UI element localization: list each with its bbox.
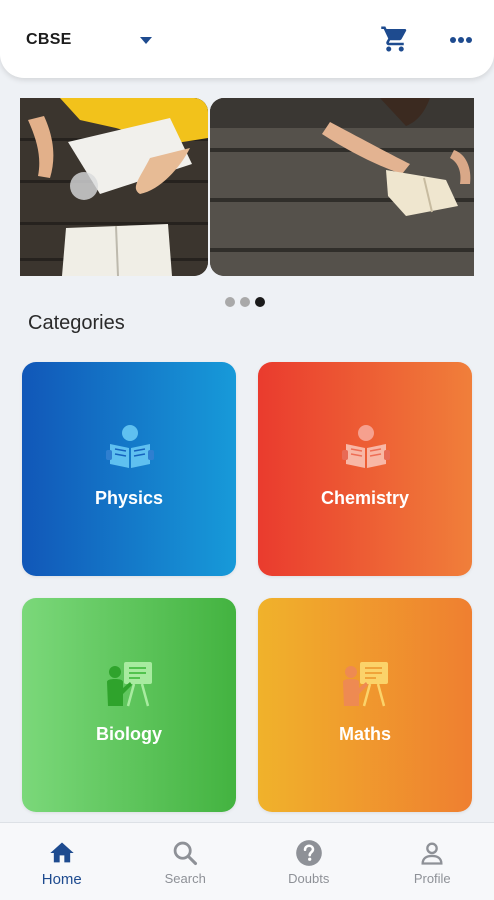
- category-label: Physics: [94, 488, 164, 508]
- teacher-board-icon: [107, 662, 152, 707]
- teacher-board-icon: [343, 662, 388, 707]
- nav-label-profile: Profile: [413, 871, 451, 886]
- chevron-down-icon: [140, 36, 152, 44]
- category-card-chemistry[interactable]: Chemistry: [258, 362, 472, 576]
- category-card-physics[interactable]: Physics: [22, 362, 236, 576]
- home-icon: [50, 842, 74, 863]
- person-icon: [421, 842, 443, 865]
- category-label: Maths: [338, 724, 391, 744]
- carousel-dot-active[interactable]: [255, 297, 265, 307]
- top-app-bar: CBSE: [0, 0, 494, 78]
- search-icon: [173, 841, 198, 866]
- category-label: Biology: [96, 724, 162, 744]
- category-label: Chemistry: [320, 488, 410, 508]
- carousel-dot[interactable]: [240, 297, 250, 307]
- nav-label-search: Search: [164, 871, 206, 886]
- categories-heading: Categories: [28, 312, 125, 334]
- banner-slide-image: [20, 98, 208, 276]
- reading-person-icon: [106, 425, 154, 468]
- board-selector-label: CBSE: [26, 31, 72, 48]
- banner-carousel[interactable]: [20, 98, 474, 276]
- nav-label-home: Home: [41, 871, 82, 888]
- category-card-maths[interactable]: Maths: [258, 598, 472, 812]
- nav-item-profile[interactable]: Profile: [371, 823, 494, 900]
- more-options-icon[interactable]: [446, 28, 476, 52]
- nav-item-home[interactable]: Home: [0, 823, 124, 900]
- help-circle-icon: [295, 840, 322, 866]
- bottom-navigation: Home Search Doubts Profile: [0, 822, 494, 900]
- cart-icon[interactable]: [380, 24, 410, 54]
- carousel-dot[interactable]: [225, 297, 235, 307]
- carousel-indicator: [225, 297, 265, 307]
- nav-item-doubts[interactable]: Doubts: [247, 823, 371, 900]
- board-selector[interactable]: CBSE: [26, 28, 152, 52]
- banner-slide-image: [210, 98, 474, 276]
- category-card-biology[interactable]: Biology: [22, 598, 236, 812]
- nav-label-doubts: Doubts: [288, 871, 330, 886]
- reading-person-icon: [342, 425, 390, 468]
- nav-item-search[interactable]: Search: [124, 823, 248, 900]
